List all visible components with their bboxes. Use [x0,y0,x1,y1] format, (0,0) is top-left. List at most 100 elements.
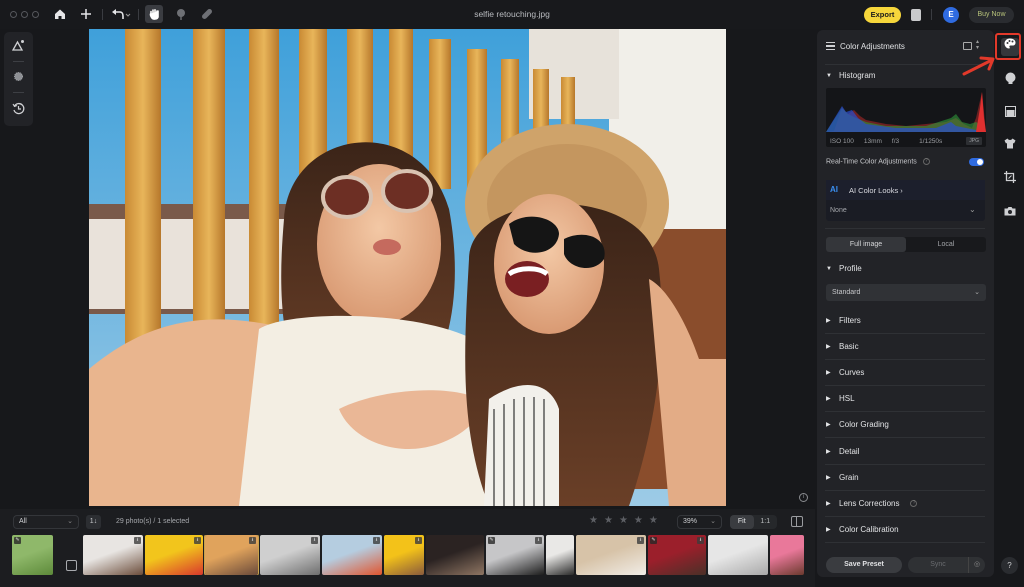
star-icon[interactable]: ★ [649,516,658,526]
window-controls[interactable] [10,11,39,18]
star-icon[interactable]: ★ [589,516,598,526]
sync-group: Sync ◎ [908,557,985,573]
one-to-one-button[interactable]: 1:1 [754,515,778,529]
divider [825,411,985,412]
section-label: Curves [839,368,865,377]
avatar[interactable]: E [943,7,959,23]
edited-pencil-icon: ✎ [14,537,21,544]
fit-button[interactable]: Fit [730,515,754,529]
photo-count: 29 photo(s) / 1 selected [116,518,190,525]
section-detail[interactable]: ▶ Detail [826,447,859,456]
star-icon[interactable]: ★ [604,516,613,526]
thumbnail[interactable]: ⭳ [576,535,646,575]
rating-stars[interactable]: ★ ★ ★ ★ ★ [589,516,658,526]
hand-icon[interactable] [145,5,163,23]
thumbnail[interactable]: ⭳ [260,535,320,575]
exported-download-icon: ⭳ [373,537,380,544]
divider [13,61,24,62]
sync-button[interactable]: Sync [908,557,968,573]
chevron-down-icon: ⌄ [710,518,716,525]
ai-color-looks-header[interactable]: AI AI Color Looks › [826,180,985,200]
extension-icon[interactable] [911,9,921,21]
section-lens-corrections[interactable]: ▶ Lens Corrections? [826,499,918,508]
camera-icon[interactable] [1001,205,1019,223]
photo-canvas[interactable] [89,29,726,506]
exported-download-icon: ⭳ [697,537,704,544]
face-icon[interactable] [1001,72,1019,90]
undo-icon[interactable] [110,6,132,22]
thumbnail[interactable]: ⭳ [83,535,143,575]
exif-info: ISO 100 13mm f/3 1/1250s [826,138,986,145]
section-curves[interactable]: ▶ Curves [826,368,864,377]
section-hsl[interactable]: ▶ HSL [826,394,855,403]
section-histogram[interactable]: ▼ Histogram [826,71,875,80]
annotation-highlight-box [995,33,1021,60]
thumbnail[interactable] [708,535,768,575]
minimize-window-button[interactable] [21,11,28,18]
section-profile[interactable]: ▼ Profile [826,264,862,273]
section-basic[interactable]: ▶ Basic [826,342,859,351]
thumbnail-strip[interactable]: ✎ ⭳ ⭳ ⭳ ⭳ ⭳ ⭳ ✎ ⭳ ⭳ ✎ ⭳ [12,535,805,575]
thumbnail[interactable]: ⭳ [384,535,424,575]
filmstrip: All ⌄ 1↓ 29 photo(s) / 1 selected ★ ★ ★ ★ ★ … [0,509,815,587]
thumbnail[interactable] [770,535,804,575]
expand-collapse-icon[interactable]: ▴ ▾ [976,39,979,51]
ai-enhance-icon[interactable] [11,39,26,54]
plus-icon[interactable] [78,6,94,22]
section-grain[interactable]: ▶ Grain [826,473,859,482]
help-circle-icon[interactable]: ? [910,500,918,507]
right-rail [997,30,1024,587]
info-icon[interactable]: i [799,493,808,502]
thumbnail[interactable]: ⭳ [145,535,203,575]
compare-view-icon[interactable] [791,516,803,527]
shirt-icon[interactable] [1001,138,1019,156]
sync-settings-icon[interactable]: ◎ [968,557,985,573]
ai-color-looks-label: AI Color Looks › [849,186,903,195]
help-circle-icon[interactable]: ? [922,158,930,165]
history-icon[interactable] [11,102,26,117]
exported-download-icon: ⭳ [134,537,141,544]
buy-now-button[interactable]: Buy Now [969,7,1014,23]
thumbnail[interactable]: ⭳ [204,535,259,575]
thumbnail[interactable]: ✎ ⭳ [486,535,544,575]
star-icon[interactable]: ★ [634,516,643,526]
section-color-calibration[interactable]: ▶ Color Calibration [826,525,899,534]
home-icon[interactable] [52,6,68,22]
divider [825,333,985,334]
section-filters[interactable]: ▶ Filters [826,316,861,325]
layout-icon[interactable] [963,42,972,50]
ai-looks-value[interactable]: None [830,207,847,214]
help-button[interactable]: ? [1001,557,1018,574]
triangle-right-icon: ▶ [826,475,831,481]
bandage-icon[interactable] [199,6,215,22]
sun-icon[interactable] [11,70,26,85]
crop-icon[interactable] [1001,171,1019,189]
background-icon[interactable] [1001,106,1019,124]
thumbnail[interactable]: ✎ [12,535,53,575]
edited-pencil-icon: ✎ [650,537,657,544]
filter-dropdown[interactable]: All ⌄ [13,515,79,529]
section-color-grading[interactable]: ▶ Color Grading [826,420,889,429]
tab-local[interactable]: Local [906,237,986,252]
profile-dropdown[interactable]: Standard ⌄ [826,284,986,301]
star-icon[interactable]: ★ [619,516,628,526]
section-label: Basic [839,342,859,351]
thumbnail[interactable]: ⭳ [322,535,382,575]
thumbnail[interactable]: ✎ ⭳ [648,535,706,575]
thumbnail[interactable] [426,535,484,575]
maximize-window-button[interactable] [32,11,39,18]
import-image-icon[interactable] [66,560,77,571]
close-window-button[interactable] [10,11,17,18]
divider [825,228,985,229]
chevron-down-icon[interactable]: ⌄ [969,205,976,214]
annotation-arrow [962,56,995,76]
tree-icon[interactable] [173,6,189,22]
divider [931,9,932,20]
tab-full-image[interactable]: Full image [826,237,906,252]
export-button[interactable]: Export [864,7,901,23]
thumbnail[interactable] [546,535,574,575]
sort-button[interactable]: 1↓ [86,515,101,529]
realtime-toggle[interactable] [969,158,984,166]
zoom-dropdown[interactable]: 39% ⌄ [677,515,722,529]
save-preset-button[interactable]: Save Preset [826,557,902,573]
